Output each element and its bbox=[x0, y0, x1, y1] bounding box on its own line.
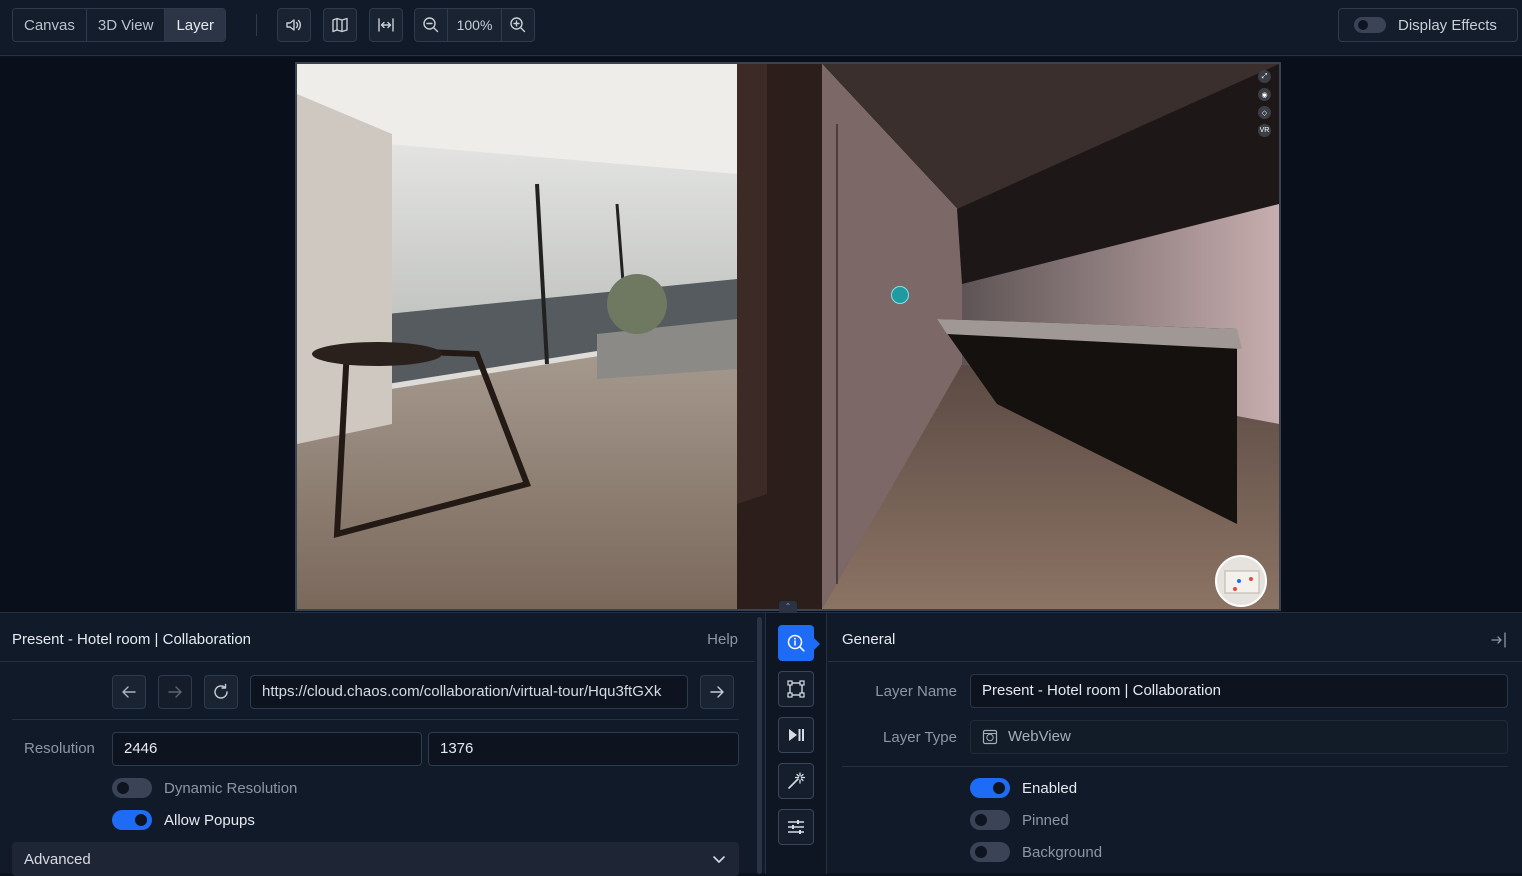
divider bbox=[12, 719, 739, 720]
layer-properties-panel: General Layer Name Present - Hotel room … bbox=[828, 613, 1522, 874]
resolution-label: Resolution bbox=[24, 740, 95, 757]
display-effects-label: Display Effects bbox=[1398, 16, 1497, 34]
playback-tab-button[interactable] bbox=[778, 717, 814, 753]
layer-name-label: Layer Name bbox=[875, 683, 957, 700]
help-link[interactable]: Help bbox=[707, 631, 738, 648]
bottom-panels: ⌃ Present - Hotel room | Collaboration H… bbox=[0, 601, 1522, 876]
map-icon bbox=[332, 17, 348, 33]
fit-width-button[interactable] bbox=[369, 8, 403, 42]
forward-button[interactable] bbox=[158, 675, 192, 709]
zoom-in-icon bbox=[510, 17, 526, 33]
pinned-row[interactable]: Pinned bbox=[970, 810, 1069, 830]
reload-button[interactable] bbox=[204, 675, 238, 709]
divider bbox=[0, 661, 755, 662]
panel-resize-handle[interactable]: ⌃ bbox=[779, 601, 797, 613]
panel-scrollbar[interactable] bbox=[757, 617, 762, 874]
toolbar-divider bbox=[256, 14, 257, 36]
pinned-toggle[interactable] bbox=[970, 810, 1010, 830]
vr-icon[interactable]: VR bbox=[1258, 124, 1271, 137]
minimap-plan bbox=[1224, 570, 1260, 594]
display-effects-toggle[interactable]: Display Effects bbox=[1338, 8, 1518, 42]
tag-icon[interactable]: ◇ bbox=[1258, 106, 1271, 119]
webview-icon bbox=[982, 729, 998, 745]
url-input[interactable]: https://cloud.chaos.com/collaboration/vi… bbox=[250, 675, 688, 709]
adjustments-tab-button[interactable] bbox=[778, 809, 814, 845]
magic-wand-icon bbox=[788, 772, 806, 789]
arrow-right-icon bbox=[168, 686, 182, 698]
resolution-height-input[interactable]: 1376 bbox=[428, 732, 739, 766]
layer-type-field: WebView bbox=[970, 720, 1508, 754]
layer-name-input[interactable]: Present - Hotel room | Collaboration bbox=[970, 674, 1508, 708]
zoom-in-button[interactable] bbox=[502, 9, 534, 41]
arrow-left-icon bbox=[122, 686, 136, 698]
resolution-width-input[interactable]: 2446 bbox=[112, 732, 422, 766]
display-effects-switch[interactable] bbox=[1354, 17, 1386, 33]
background-toggle[interactable] bbox=[970, 842, 1010, 862]
fit-width-icon bbox=[378, 18, 394, 32]
properties-tab-column bbox=[765, 613, 827, 874]
zoom-out-icon bbox=[423, 17, 439, 33]
transform-tab-button[interactable] bbox=[778, 671, 814, 707]
canvas-viewport[interactable]: ⤢ ◉ ◇ VR bbox=[0, 57, 1522, 612]
background-label: Background bbox=[1022, 843, 1103, 861]
speaker-icon bbox=[286, 19, 301, 31]
layer-type-value: WebView bbox=[1008, 728, 1071, 745]
webview-settings-panel: Present - Hotel room | Collaboration Hel… bbox=[0, 613, 755, 876]
zoom-control: 100% bbox=[414, 8, 535, 42]
top-toolbar: Canvas 3D View Layer 100% Display Effect… bbox=[0, 0, 1522, 56]
zoom-out-button[interactable] bbox=[415, 9, 447, 41]
effects-tab-button[interactable] bbox=[778, 763, 814, 799]
map-button[interactable] bbox=[323, 8, 357, 42]
divider bbox=[842, 766, 1508, 767]
floorplan-minimap[interactable] bbox=[1215, 555, 1267, 607]
layer-type-label: Layer Type bbox=[883, 729, 957, 746]
expand-icon[interactable]: ⤢ bbox=[1258, 70, 1271, 83]
hotspot-tag-marker[interactable] bbox=[891, 286, 909, 304]
panel-title: Present - Hotel room | Collaboration bbox=[12, 631, 252, 648]
background-row[interactable]: Background bbox=[970, 842, 1102, 862]
advanced-section-header[interactable]: Advanced bbox=[12, 842, 739, 876]
dynamic-resolution-label: Dynamic Resolution bbox=[164, 779, 298, 797]
back-button[interactable] bbox=[112, 675, 146, 709]
enabled-toggle[interactable] bbox=[970, 778, 1010, 798]
general-tab-button[interactable] bbox=[778, 625, 820, 661]
allow-popups-label: Allow Popups bbox=[164, 811, 255, 829]
webview-scene[interactable]: ⤢ ◉ ◇ VR bbox=[295, 62, 1281, 611]
transform-icon bbox=[787, 680, 805, 698]
tab-3d-view[interactable]: 3D View bbox=[86, 9, 166, 41]
sliders-icon bbox=[788, 820, 804, 834]
go-button[interactable] bbox=[700, 675, 734, 709]
sound-button[interactable] bbox=[277, 8, 311, 42]
tab-canvas[interactable]: Canvas bbox=[13, 9, 87, 41]
enabled-label: Enabled bbox=[1022, 779, 1078, 797]
pinned-label: Pinned bbox=[1022, 811, 1069, 829]
dynamic-resolution-toggle[interactable] bbox=[112, 778, 152, 798]
eye-icon[interactable]: ◉ bbox=[1258, 88, 1271, 101]
allow-popups-toggle[interactable] bbox=[112, 810, 152, 830]
advanced-label: Advanced bbox=[24, 850, 91, 868]
collapse-panel-icon[interactable] bbox=[1490, 631, 1508, 649]
scene-controls: ⤢ ◉ ◇ VR bbox=[1258, 70, 1271, 137]
info-search-icon bbox=[787, 634, 805, 652]
dynamic-resolution-row[interactable]: Dynamic Resolution bbox=[112, 778, 297, 798]
zoom-level: 100% bbox=[447, 9, 502, 41]
arrow-right-icon bbox=[710, 686, 724, 698]
room-render-image bbox=[297, 64, 1279, 609]
view-switcher: Canvas 3D View Layer bbox=[12, 8, 226, 42]
section-title: General bbox=[842, 631, 896, 648]
divider bbox=[828, 661, 1522, 662]
play-pause-icon bbox=[789, 729, 804, 741]
tab-layer[interactable]: Layer bbox=[165, 9, 225, 41]
allow-popups-row[interactable]: Allow Popups bbox=[112, 810, 255, 830]
chevron-down-icon bbox=[713, 856, 725, 863]
reload-icon bbox=[214, 683, 228, 699]
enabled-row[interactable]: Enabled bbox=[970, 778, 1077, 798]
